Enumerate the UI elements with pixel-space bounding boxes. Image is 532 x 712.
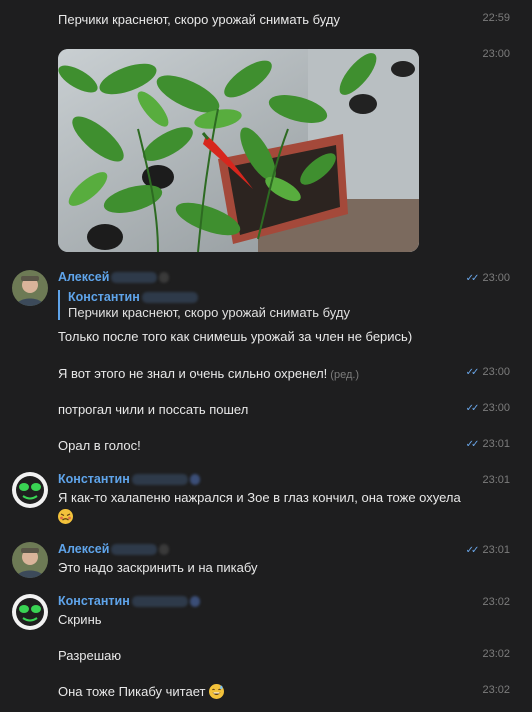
blurred-badge [159, 544, 170, 556]
message-author[interactable]: Алексей [58, 542, 170, 556]
message-time: 23:00 [482, 48, 510, 60]
avatar[interactable] [12, 542, 48, 578]
message-time: 22:59 [482, 12, 510, 24]
chat-history[interactable]: Перчики краснеют, скоро урожай снимать б… [0, 0, 532, 712]
blurred-badge [159, 272, 170, 284]
message-author[interactable]: Алексей [58, 270, 170, 284]
message-author[interactable]: Константин [58, 472, 200, 486]
message-text: Я как-то халапеню нажрался и Зое в глаз … [58, 490, 461, 505]
read-check-icon: ✓✓ [465, 403, 480, 414]
message-text: Скринь [58, 612, 102, 627]
photo-image [58, 49, 419, 252]
message-time: ✓✓ 23:00 [465, 366, 510, 378]
avatar[interactable] [12, 594, 48, 630]
message-time: ✓✓ 23:00 [465, 402, 510, 414]
message-text: Это надо заскринить и на пикабу [58, 560, 258, 575]
avatar-photo-icon [12, 542, 48, 578]
message-emoji [58, 507, 73, 526]
message-author[interactable]: Константин [58, 594, 200, 608]
blurred-badge [189, 596, 200, 608]
message-text: Орал в голос! [58, 438, 141, 453]
pepper-plant-photo[interactable] [58, 49, 419, 252]
blurred-surname [111, 272, 158, 284]
message-time: ✓✓ 23:01 [465, 438, 510, 450]
message-time: 23:02 [482, 596, 510, 608]
read-check-icon: ✓✓ [465, 273, 480, 284]
emoji-face [60, 513, 71, 521]
read-check-icon: ✓✓ [465, 439, 480, 450]
message-text: Разрешаю [58, 648, 122, 663]
read-check-icon: ✓✓ [465, 367, 480, 378]
blurred-surname [131, 474, 188, 486]
read-check-icon: ✓✓ [465, 545, 480, 556]
grin-sweat-emoji [209, 684, 225, 699]
message-time: 23:02 [482, 684, 510, 696]
message-time: 23:01 [482, 474, 510, 486]
reply-author: Константин [68, 290, 350, 304]
message-text: Только после того как снимешь урожай за … [58, 329, 413, 344]
avatar[interactable] [12, 472, 48, 508]
blurred-badge [189, 474, 200, 486]
message-time: 23:02 [482, 648, 510, 660]
avatar[interactable] [12, 270, 48, 306]
reply-quote[interactable]: Константин Перчики краснеют, скоро урожа… [58, 290, 350, 320]
blurred-surname [131, 596, 188, 608]
blurred-surname [111, 544, 158, 556]
message-text: потрогал чили и поссать пошел [58, 402, 249, 417]
message-text: Она тоже Пикабу читает [58, 682, 225, 701]
message-text: Перчики краснеют, скоро урожай снимать б… [58, 12, 340, 27]
blurred-surname [141, 292, 198, 304]
reply-text: Перчики краснеют, скоро урожай снимать б… [68, 305, 350, 320]
avatar-alien-icon [12, 472, 48, 508]
avatar-alien-icon [12, 594, 48, 630]
emoji-face [212, 685, 223, 695]
message-text: Я вот этого не знал и очень сильно охрен… [58, 366, 360, 381]
avatar-photo-icon [12, 270, 48, 306]
message-time: ✓✓ 23:01 [465, 544, 510, 556]
edited-label: (ред.) [330, 369, 360, 381]
angry-face-emoji [58, 509, 73, 524]
message-time: ✓✓ 23:00 [465, 272, 510, 284]
